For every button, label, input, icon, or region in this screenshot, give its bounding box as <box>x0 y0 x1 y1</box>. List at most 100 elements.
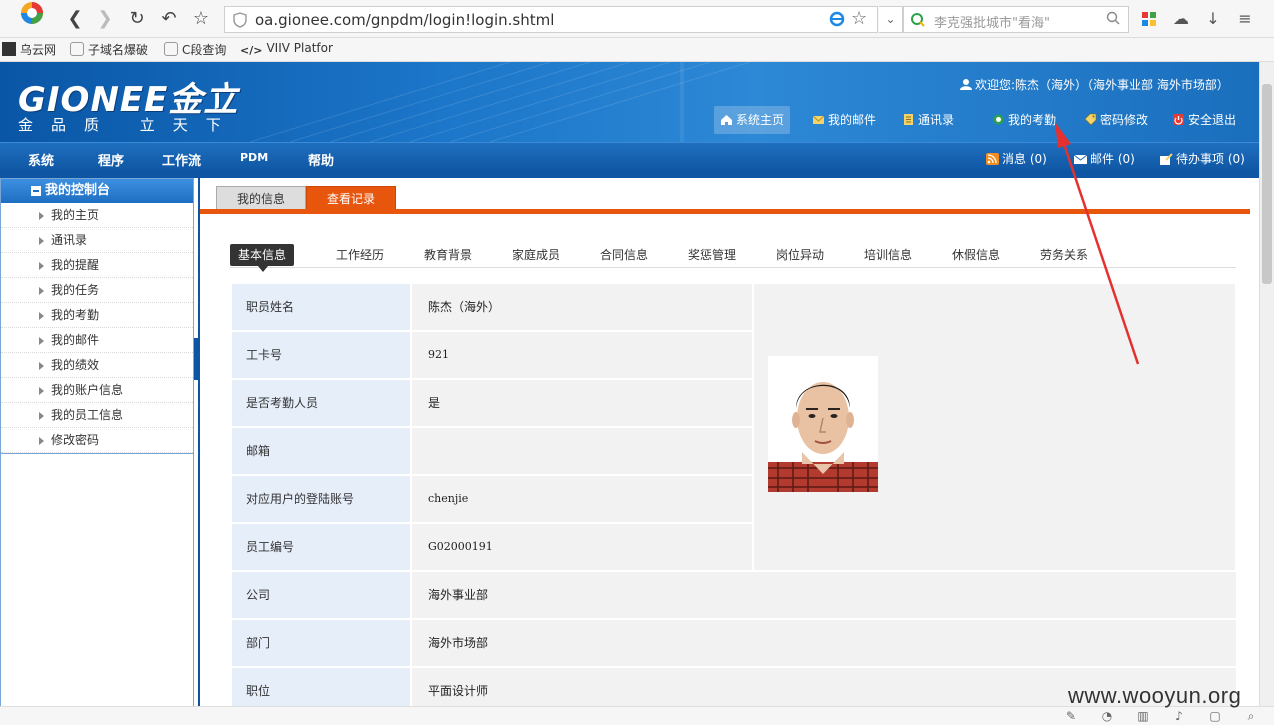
sidebar-item-account[interactable]: 我的账户信息 <box>1 378 193 403</box>
field-value: 海外市场部 <box>412 620 1236 666</box>
zoom-icon[interactable]: ⌕ <box>1244 709 1258 723</box>
subtab-rewards[interactable]: 奖惩管理 <box>688 244 736 266</box>
sidebar-item-mail[interactable]: 我的邮件 <box>1 328 193 353</box>
field-value: 陈杰（海外） <box>412 284 752 330</box>
top-link-home[interactable]: 系统主页 <box>714 106 791 134</box>
subtab-work-history[interactable]: 工作经历 <box>336 244 384 266</box>
sidebar-item-home[interactable]: 我的主页 <box>1 203 193 228</box>
arrow-right-icon <box>39 337 44 345</box>
top-link-logout[interactable]: 安全退出 <box>1166 106 1242 134</box>
bookmark-star-icon[interactable]: ☆ <box>851 8 867 29</box>
field-label: 职员姓名 <box>232 284 410 330</box>
back-icon[interactable]: ❮ <box>64 8 86 30</box>
logout-icon <box>1173 114 1184 125</box>
shield-icon <box>233 12 247 28</box>
table-row: 公司 海外事业部 <box>232 572 1236 618</box>
tab-underline <box>200 209 1250 214</box>
sidebar-item-reminders[interactable]: 我的提醒 <box>1 253 193 278</box>
trash-icon[interactable]: ▥ <box>1136 709 1150 723</box>
field-label: 部门 <box>232 620 410 666</box>
menu-system[interactable]: 系统 <box>28 150 54 169</box>
subtab-education[interactable]: 教育背景 <box>424 244 472 266</box>
address-bar[interactable]: oa.gionee.com/gnpdm/login!login.shtml ☆ <box>224 6 878 33</box>
url-text[interactable]: oa.gionee.com/gnpdm/login!login.shtml <box>255 11 554 29</box>
reload-icon[interactable]: ↻ <box>126 8 148 30</box>
search-box[interactable]: 李克强批城市"看海" <box>903 6 1129 33</box>
sidebar-item-tasks[interactable]: 我的任务 <box>1 278 193 303</box>
bookmark-item[interactable]: </> VIIV Platfor <box>240 41 333 58</box>
oa-site: GIONEE金立 金品质 立天下 欢迎您:陈杰（海外）（海外事业部 海外市场部）… <box>0 62 1259 725</box>
browser-toolbar: ❮ ❯ ↻ ↶ ☆ oa.gionee.com/gnpdm/login!logi… <box>0 0 1274 38</box>
scrollbar-thumb[interactable] <box>1262 84 1272 284</box>
favorite-star-icon[interactable]: ☆ <box>190 8 212 30</box>
pin-icon[interactable]: ✎ <box>1064 709 1078 723</box>
menu-pdm[interactable]: PDM <box>240 151 268 164</box>
sidebar-item-change-password[interactable]: 修改密码 <box>1 428 193 453</box>
arrow-right-icon <box>39 212 44 220</box>
download-icon[interactable]: ↓ <box>1202 8 1224 30</box>
bookmark-item[interactable]: C段查询 <box>164 41 226 58</box>
top-link-mail[interactable]: 我的邮件 <box>806 106 882 134</box>
home-icon <box>721 115 732 125</box>
forward-icon[interactable]: ❯ <box>94 8 116 30</box>
field-label: 公司 <box>232 572 410 618</box>
bookmark-item[interactable]: 子域名爆破 <box>70 41 148 58</box>
photo-cell <box>754 284 1235 570</box>
subtab-position-change[interactable]: 岗位异动 <box>776 244 824 266</box>
menu-icon[interactable]: ≡ <box>1234 8 1256 30</box>
mail-count-link[interactable]: 邮件 (0) <box>1074 150 1135 167</box>
attendance-icon <box>993 114 1004 125</box>
field-label: 邮箱 <box>232 428 410 474</box>
window-icon[interactable]: ▢ <box>1208 709 1222 723</box>
subtab-training[interactable]: 培训信息 <box>864 244 912 266</box>
tab-my-info[interactable]: 我的信息 <box>216 186 307 210</box>
subtab-family[interactable]: 家庭成员 <box>512 244 560 266</box>
cloud-icon[interactable]: ☁ <box>1170 8 1192 30</box>
apps-grid-icon[interactable] <box>1138 8 1160 30</box>
sidebar-item-contacts[interactable]: 通讯录 <box>1 228 193 253</box>
address-dropdown-icon[interactable]: ⌄ <box>879 6 903 33</box>
sidebar-item-employee-info[interactable]: 我的员工信息 <box>1 403 193 428</box>
collapse-minus-icon[interactable] <box>31 186 41 196</box>
top-link-password[interactable]: 密码修改 <box>1078 106 1154 134</box>
subtab-leave[interactable]: 休假信息 <box>952 244 1000 266</box>
subtab-labor[interactable]: 劳务关系 <box>1040 244 1088 266</box>
envelope-icon <box>1074 154 1087 164</box>
arrow-right-icon <box>39 287 44 295</box>
field-value: 是 <box>412 380 752 426</box>
top-links: 系统主页 我的邮件 通讯录 我的考勤 密码修改 安全退出 <box>0 106 1259 134</box>
page-scrollbar[interactable] <box>1259 62 1274 706</box>
sidebar-item-attendance[interactable]: 我的考勤 <box>1 303 193 328</box>
todo-link[interactable]: 待办事项 (0) <box>1160 150 1245 167</box>
browser-logo-icon[interactable] <box>6 0 46 32</box>
speed-icon[interactable]: ◔ <box>1100 709 1114 723</box>
rss-icon <box>986 153 999 165</box>
sidebar-item-performance[interactable]: 我的绩效 <box>1 353 193 378</box>
menu-help[interactable]: 帮助 <box>308 150 334 169</box>
arrow-right-icon <box>39 362 44 370</box>
field-value: 海外事业部 <box>412 572 1236 618</box>
top-link-attendance[interactable]: 我的考勤 <box>986 106 1062 134</box>
sidebar-title[interactable]: 我的控制台 <box>1 179 193 203</box>
main-menubar: 系统 程序 工作流 PDM 帮助 消息 (0) 邮件 (0) 待办事项 (0) <box>0 142 1259 172</box>
undo-icon[interactable]: ↶ <box>158 8 180 30</box>
field-label: 工卡号 <box>232 332 410 378</box>
volume-icon[interactable]: ♪ <box>1172 709 1186 723</box>
menu-workflow[interactable]: 工作流 <box>162 150 201 169</box>
menu-program[interactable]: 程序 <box>98 150 124 169</box>
field-label: 对应用户的登陆账号 <box>232 476 410 522</box>
subtab-contract[interactable]: 合同信息 <box>600 244 648 266</box>
bookmark-item[interactable]: 乌云网 <box>2 41 56 58</box>
site-banner: GIONEE金立 金品质 立天下 欢迎您:陈杰（海外）（海外事业部 海外市场部）… <box>0 62 1259 142</box>
top-link-contacts[interactable]: 通讯录 <box>896 106 960 134</box>
field-value: chenjie <box>412 476 752 522</box>
code-icon: </> <box>240 44 263 57</box>
arrow-right-icon <box>39 412 44 420</box>
tab-view-records[interactable]: 查看记录 <box>306 186 397 210</box>
messages-link[interactable]: 消息 (0) <box>986 150 1047 167</box>
pencil-note-icon <box>1160 153 1173 165</box>
search-icon[interactable] <box>1106 11 1120 25</box>
mail-icon <box>812 115 825 124</box>
subtab-basic-info[interactable]: 基本信息 <box>230 244 295 272</box>
ie-mode-icon[interactable] <box>829 11 845 27</box>
